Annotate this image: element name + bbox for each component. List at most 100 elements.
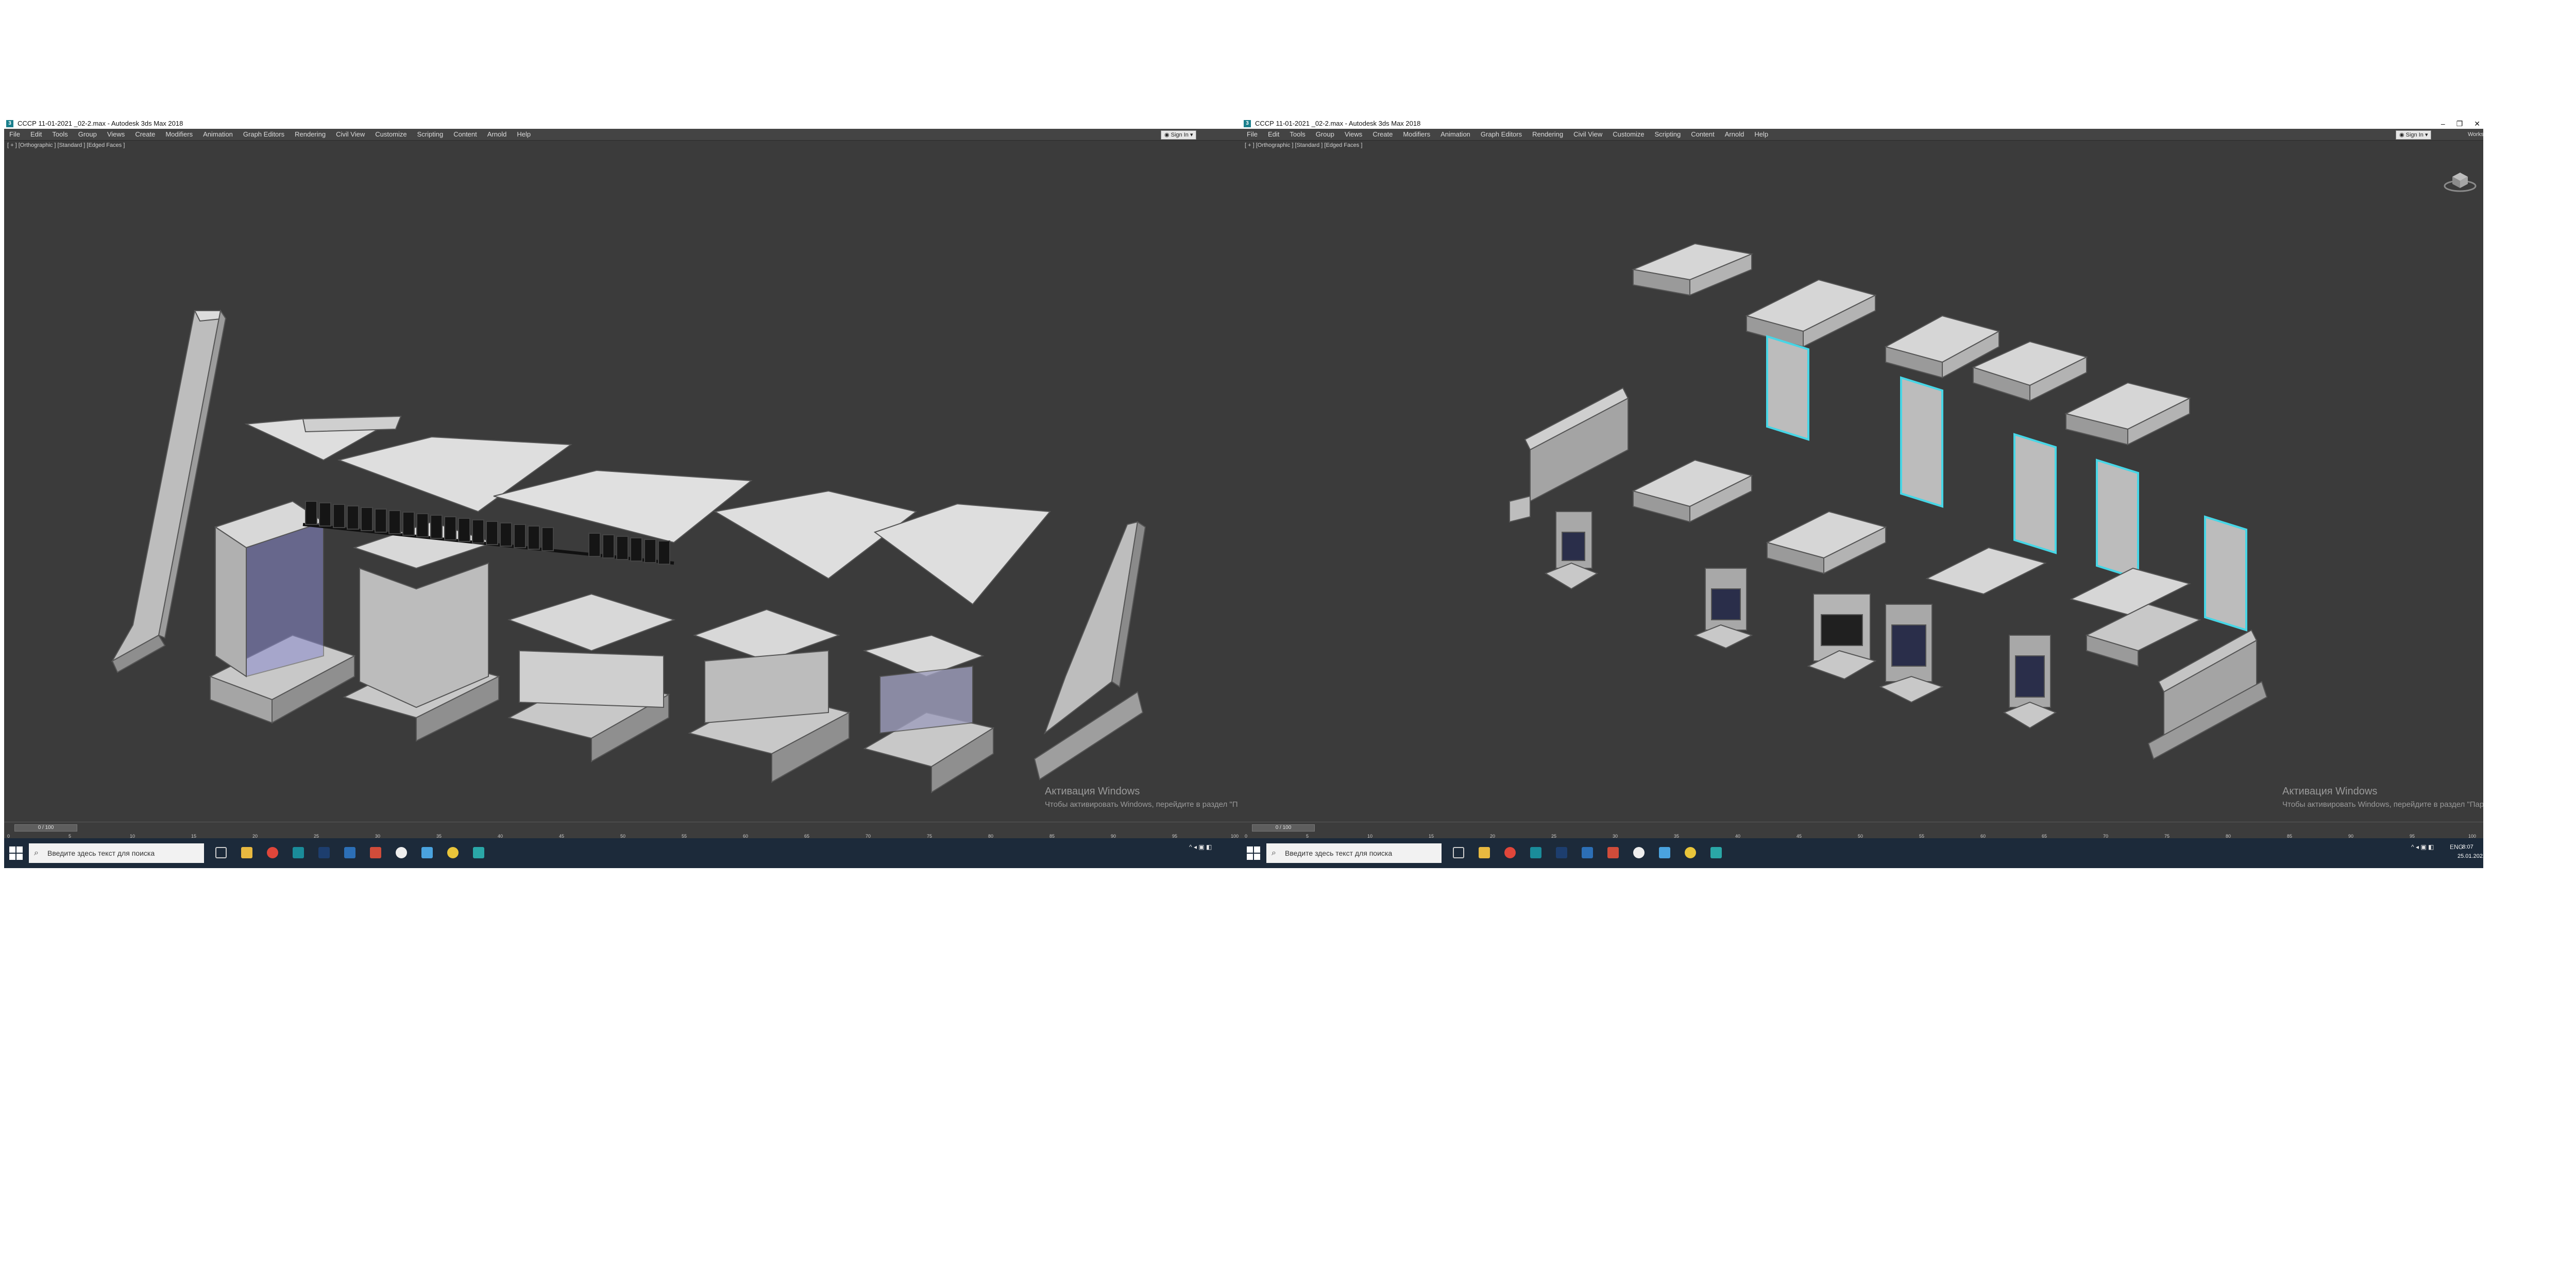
menu-create[interactable]: Create xyxy=(130,129,160,140)
app-icon[interactable] xyxy=(1633,847,1645,858)
time-slider[interactable]: 0 / 100 xyxy=(1252,824,1315,832)
search-icon: ⌕ xyxy=(1272,849,1276,857)
viewport-orthographic[interactable]: [ + ] [Orthographic ] [Standard ] [Edged… xyxy=(1242,141,2483,822)
user-icon: ◉ xyxy=(1164,132,1171,138)
time-slider-bar: 0 / 100 0 5 10 15 20 25 30 35 40 45 50 5… xyxy=(1242,822,2483,839)
right-monitor: 3 СССР 11-01-2021 _02-2.max - Autodesk 3… xyxy=(1242,118,2483,868)
windows-taskbar: ⌕ Введите здесь текст для поиска ^ ◂ ▣ ◧ xyxy=(4,838,1246,868)
sign-in-button[interactable]: ◉ Sign In ▾ xyxy=(1161,130,1197,140)
menu-animation[interactable]: Animation xyxy=(198,129,238,140)
menu-help[interactable]: Help xyxy=(512,129,536,140)
building-model-assembled[interactable] xyxy=(4,141,1246,822)
menu-rendering[interactable]: Rendering xyxy=(290,129,331,140)
clock-time: 8:07 xyxy=(2462,844,2473,850)
search-placeholder: Введите здесь текст для поиска xyxy=(1285,849,1393,857)
menu-rendering[interactable]: Rendering xyxy=(1527,129,1568,140)
activation-subtitle: Чтобы активировать Windows, перейдите в … xyxy=(2282,800,2483,809)
sign-in-button[interactable]: ◉ Sign In ▾ xyxy=(2396,130,2432,140)
menu-file[interactable]: File xyxy=(4,129,25,140)
menu-views[interactable]: Views xyxy=(1340,129,1367,140)
taskbar-search-input[interactable]: ⌕ Введите здесь текст для поиска xyxy=(29,843,204,863)
file-explorer-icon[interactable] xyxy=(241,847,252,858)
restore-icon[interactable]: ❐ xyxy=(2456,118,2463,129)
search-placeholder: Введите здесь текст для поиска xyxy=(47,849,155,857)
menu-create[interactable]: Create xyxy=(1367,129,1398,140)
windows-taskbar: ⌕ Введите здесь текст для поиска ^ ◂ ▣ ◧… xyxy=(1242,838,2483,868)
menu-help[interactable]: Help xyxy=(1749,129,1773,140)
menu-graph-editors[interactable]: Graph Editors xyxy=(238,129,290,140)
window-controls: – ❐ ✕ xyxy=(2441,118,2480,129)
menu-group[interactable]: Group xyxy=(1311,129,1340,140)
photoshop-icon[interactable] xyxy=(318,847,330,858)
activation-subtitle: Чтобы активировать Windows, перейдите в … xyxy=(1045,800,1238,809)
photoshop-icon[interactable] xyxy=(1556,847,1567,858)
chrome-icon[interactable] xyxy=(1504,847,1516,858)
menu-tools[interactable]: Tools xyxy=(1284,129,1310,140)
system-tray-icons[interactable]: ^ ◂ ▣ ◧ xyxy=(1189,843,1212,851)
taskbar-search-input[interactable]: ⌕ Введите здесь текст для поиска xyxy=(1266,843,1442,863)
search-icon: ⌕ xyxy=(34,849,39,857)
menu-scripting[interactable]: Scripting xyxy=(412,129,449,140)
activation-title: Активация Windows xyxy=(2282,786,2378,797)
app-icon[interactable] xyxy=(344,847,355,858)
minimize-icon[interactable]: – xyxy=(2441,118,2445,129)
activation-title: Активация Windows xyxy=(1045,786,1140,797)
windows-start-icon[interactable] xyxy=(9,846,23,860)
menu-civil-view[interactable]: Civil View xyxy=(331,129,370,140)
windows-start-icon[interactable] xyxy=(1247,846,1260,860)
menu-customize[interactable]: Customize xyxy=(370,129,412,140)
taskbar-clock[interactable]: 8:07 25.01.2021 xyxy=(2458,842,2483,861)
window-title: СССР 11-01-2021 _02-2.max - Autodesk 3ds… xyxy=(1255,120,1421,127)
menu-bar: File Edit Tools Group Views Create Modif… xyxy=(1242,129,2483,141)
app-icon[interactable] xyxy=(1582,847,1593,858)
task-view-icon[interactable] xyxy=(1453,847,1464,858)
clock-date: 25.01.2021 xyxy=(2458,853,2483,859)
menu-edit[interactable]: Edit xyxy=(1263,129,1284,140)
menu-animation[interactable]: Animation xyxy=(1435,129,1476,140)
menu-civil-view[interactable]: Civil View xyxy=(1568,129,1607,140)
viewport-orthographic[interactable]: [ + ] [Orthographic ] [Standard ] [Edged… xyxy=(4,141,1246,822)
app-icon[interactable] xyxy=(1659,847,1670,858)
app-icon[interactable] xyxy=(473,847,484,858)
menu-arnold[interactable]: Arnold xyxy=(482,129,512,140)
app-icon[interactable] xyxy=(1710,847,1722,858)
time-slider[interactable]: 0 / 100 xyxy=(14,824,77,832)
title-bar: 3 СССР 11-01-2021 _02-2.max - Autodesk 3… xyxy=(1242,118,2483,129)
menu-edit[interactable]: Edit xyxy=(25,129,47,140)
menu-graph-editors[interactable]: Graph Editors xyxy=(1476,129,1527,140)
menu-file[interactable]: File xyxy=(1242,129,1263,140)
menu-content[interactable]: Content xyxy=(1686,129,1720,140)
windows-activation-notice: Активация Windows Чтобы активировать Win… xyxy=(2282,785,2483,811)
sign-in-label: Sign In xyxy=(1171,132,1189,138)
menu-modifiers[interactable]: Modifiers xyxy=(160,129,198,140)
menu-scripting[interactable]: Scripting xyxy=(1650,129,1686,140)
workspaces-label: Workspaces: xyxy=(2468,131,2483,138)
app-icon[interactable] xyxy=(421,847,433,858)
menu-group[interactable]: Group xyxy=(73,129,102,140)
task-view-icon[interactable] xyxy=(215,847,227,858)
menu-tools[interactable]: Tools xyxy=(47,129,73,140)
menu-arnold[interactable]: Arnold xyxy=(1720,129,1750,140)
menu-content[interactable]: Content xyxy=(448,129,482,140)
app-icon[interactable] xyxy=(396,847,407,858)
3dsmax-icon[interactable] xyxy=(293,847,304,858)
chrome-icon[interactable] xyxy=(267,847,278,858)
app-icon[interactable] xyxy=(370,847,381,858)
building-model-exploded[interactable] xyxy=(1242,141,2483,822)
file-explorer-icon[interactable] xyxy=(1479,847,1490,858)
menu-bar: File Edit Tools Group Views Create Modif… xyxy=(4,129,1246,141)
3dsmax-app-icon: 3 xyxy=(1244,120,1251,127)
left-monitor: 3 СССР 11-01-2021 _02-2.max - Autodesk 3… xyxy=(4,118,1246,868)
app-icon[interactable] xyxy=(1685,847,1696,858)
3dsmax-app-icon: 3 xyxy=(6,120,13,127)
close-icon[interactable]: ✕ xyxy=(2474,118,2480,129)
sign-in-label: Sign In xyxy=(2405,132,2424,138)
windows-activation-notice: Активация Windows Чтобы активировать Win… xyxy=(1045,785,1238,811)
app-icon[interactable] xyxy=(447,847,459,858)
menu-views[interactable]: Views xyxy=(102,129,130,140)
system-tray-icons[interactable]: ^ ◂ ▣ ◧ xyxy=(2411,843,2434,851)
3dsmax-icon[interactable] xyxy=(1530,847,1541,858)
menu-modifiers[interactable]: Modifiers xyxy=(1398,129,1435,140)
menu-customize[interactable]: Customize xyxy=(1607,129,1649,140)
app-icon[interactable] xyxy=(1607,847,1619,858)
